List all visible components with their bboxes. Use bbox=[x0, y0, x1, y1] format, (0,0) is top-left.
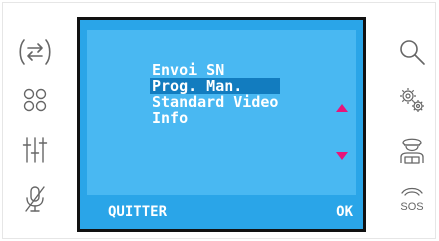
gears-icon bbox=[400, 88, 424, 112]
microphone-muted-icon bbox=[25, 186, 45, 212]
four-circles-button[interactable] bbox=[15, 80, 55, 120]
equalizer-button[interactable] bbox=[15, 130, 55, 170]
settings-button[interactable] bbox=[392, 80, 432, 120]
menu-item-standard-video[interactable]: Standard Video bbox=[150, 94, 280, 110]
menu-item-prog-man[interactable]: Prog. Man. bbox=[150, 78, 281, 94]
equalizer-sliders-icon bbox=[22, 137, 48, 163]
menu-item-info[interactable]: Info bbox=[150, 110, 280, 126]
intercom-panel: SOS Envoi SN Prog. Man. Standard Video I… bbox=[2, 2, 436, 239]
scroll-down-arrow-icon[interactable] bbox=[336, 152, 348, 160]
menu-list: Envoi SN Prog. Man. Standard Video Info bbox=[150, 62, 281, 126]
sos-icon: SOS bbox=[400, 187, 424, 213]
search-icon bbox=[400, 40, 425, 65]
search-button[interactable] bbox=[392, 32, 432, 72]
swap-arrows-button[interactable] bbox=[15, 32, 55, 72]
four-circles-icon bbox=[23, 88, 47, 112]
concierge-guard-icon bbox=[400, 138, 424, 164]
swap-arrows-icon bbox=[19, 39, 51, 65]
quitter-softkey[interactable]: QUITTER bbox=[108, 204, 167, 220]
mute-microphone-button[interactable] bbox=[15, 179, 55, 219]
scroll-up-arrow-icon[interactable] bbox=[336, 104, 348, 112]
lcd-display: Envoi SN Prog. Man. Standard Video Info … bbox=[80, 20, 363, 229]
lcd-screen: Envoi SN Prog. Man. Standard Video Info … bbox=[77, 17, 366, 232]
concierge-button[interactable] bbox=[392, 130, 432, 170]
sos-icon-text: SOS bbox=[400, 201, 423, 213]
ok-softkey[interactable]: OK bbox=[336, 204, 353, 220]
menu-item-envoi-sn[interactable]: Envoi SN bbox=[150, 62, 280, 78]
sos-button[interactable]: SOS bbox=[392, 179, 432, 219]
